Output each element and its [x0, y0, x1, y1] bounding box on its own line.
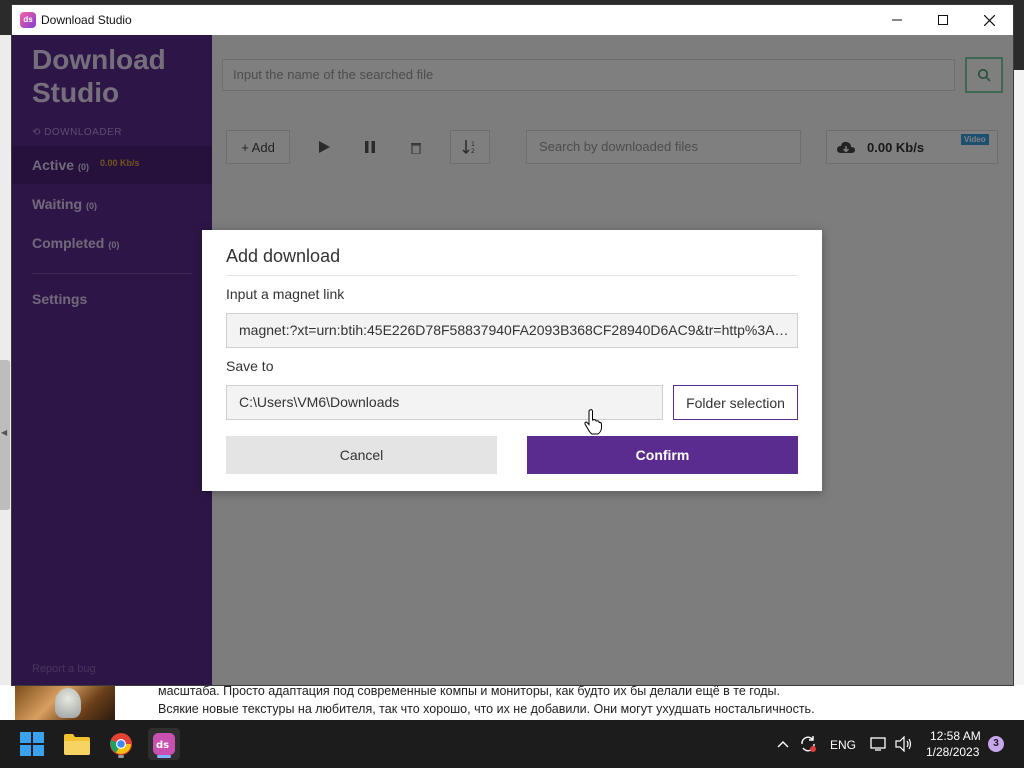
download-studio-taskbar-button[interactable]: ds: [148, 728, 180, 760]
add-download-dialog: Add download Input a magnet link magnet:…: [202, 230, 822, 491]
speaker-icon: [895, 736, 912, 752]
active-indicator: [157, 755, 171, 758]
input-language[interactable]: ENG: [830, 738, 856, 752]
background-left-edge: ◀: [0, 35, 12, 685]
clock-time[interactable]: 12:58 AM: [930, 729, 981, 743]
minimize-icon: [892, 19, 902, 21]
download-studio-icon: ds: [153, 733, 175, 755]
chrome-button[interactable]: [105, 728, 137, 760]
caret-left-icon: ◀: [1, 428, 8, 437]
network-button[interactable]: [868, 728, 890, 760]
taskbar: ds ENG 12:58 AM 1/28/2023 3: [0, 720, 1024, 768]
folder-icon: [64, 734, 90, 755]
close-icon: [983, 14, 995, 26]
maximize-icon: [938, 15, 948, 25]
volume-button[interactable]: [893, 728, 915, 760]
background-text-line: масштаба. Просто адаптация под современн…: [158, 684, 781, 698]
magnet-link-label: Input a magnet link: [226, 286, 345, 302]
confirm-button[interactable]: Confirm: [527, 436, 798, 474]
minimize-button[interactable]: [874, 5, 920, 35]
svg-text:ds: ds: [156, 740, 169, 751]
dialog-title: Add download: [226, 246, 341, 266]
background-thumbnail: [15, 685, 115, 720]
hand-cursor-icon: [584, 409, 602, 435]
magnet-link-input[interactable]: magnet:?xt=urn:btih:45E226D78F58837940FA…: [226, 313, 798, 348]
start-button[interactable]: [16, 728, 48, 760]
app-logo-icon: ds: [20, 12, 36, 28]
sync-icon: [801, 736, 816, 752]
background-right-edge: [1013, 70, 1024, 685]
file-explorer-button[interactable]: [61, 728, 93, 760]
windows-icon: [20, 732, 44, 756]
folder-selection-button[interactable]: Folder selection: [673, 385, 798, 420]
chevron-up-icon: [777, 741, 789, 748]
clock-date[interactable]: 1/28/2023: [926, 745, 979, 759]
network-icon: [870, 737, 886, 751]
maximize-button[interactable]: [920, 5, 966, 35]
save-to-label: Save to: [226, 358, 274, 374]
background-text-line: Всякие новые текстуры на любителя, так ч…: [158, 702, 815, 716]
running-indicator: [118, 755, 124, 758]
dialog-divider: [226, 275, 798, 276]
notification-badge[interactable]: 3: [988, 736, 1004, 752]
cancel-button[interactable]: Cancel: [226, 436, 497, 474]
sync-status-button[interactable]: [797, 728, 819, 760]
close-button[interactable]: [966, 5, 1012, 35]
show-hidden-icons-button[interactable]: [774, 728, 792, 760]
title-bar[interactable]: ds Download Studio: [12, 5, 1013, 35]
window-title: Download Studio: [41, 13, 132, 27]
chrome-icon: [110, 733, 132, 755]
